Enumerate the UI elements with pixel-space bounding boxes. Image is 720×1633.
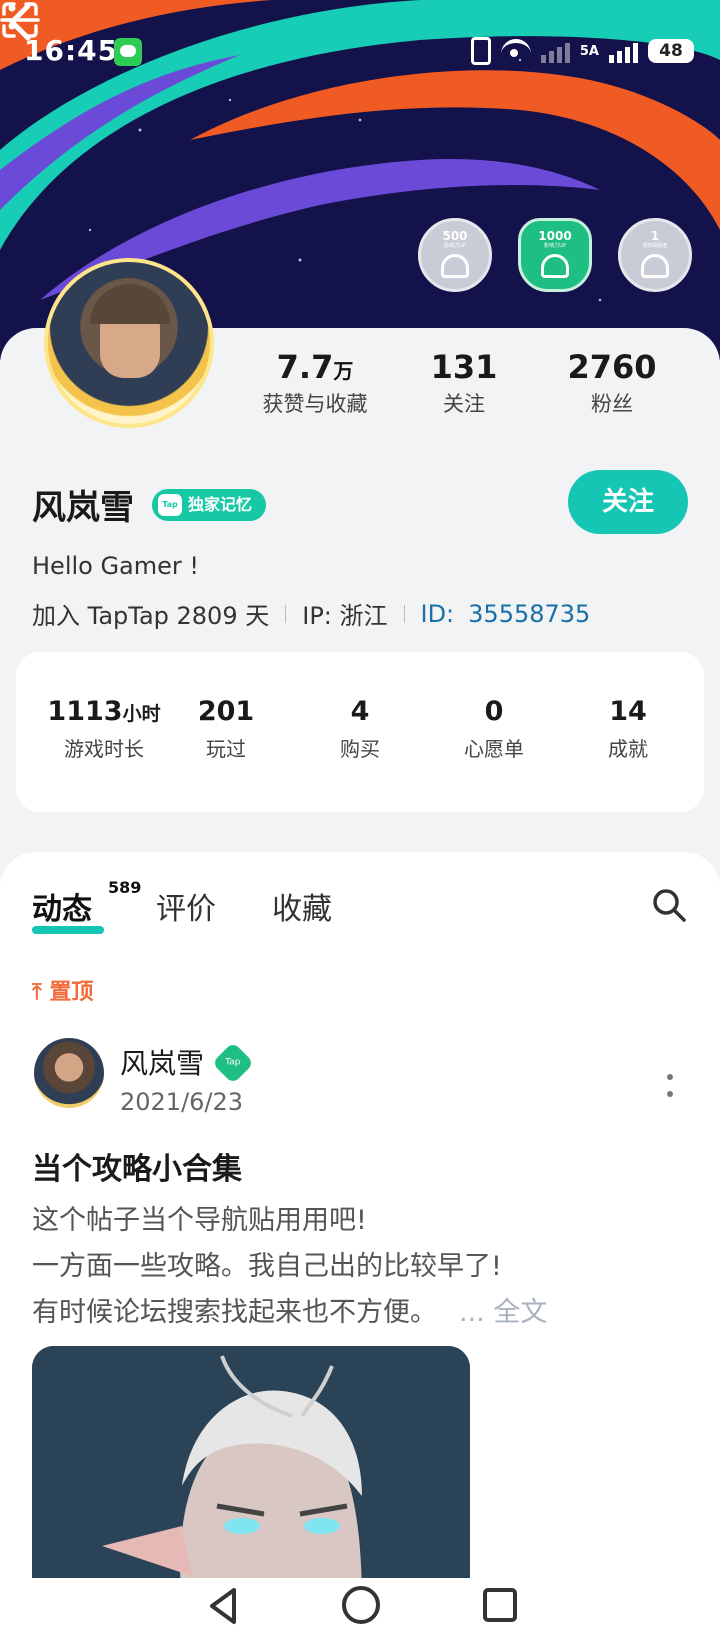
badge-ring: 1 游戏探险者 <box>618 218 692 292</box>
game-stat-wishlist[interactable]: 0 心愿单 <box>424 696 564 762</box>
badge-ring: 1000 影响力UP <box>518 218 592 292</box>
follow-button[interactable]: 关注 <box>568 470 688 534</box>
tab-count-badge: 589 <box>108 878 142 897</box>
nav-recents-icon[interactable] <box>483 1588 517 1622</box>
stat-value: 131 <box>430 348 498 386</box>
post-title[interactable]: 当个攻略小合集 <box>32 1144 242 1188</box>
stat-unit: 小时 <box>122 703 161 725</box>
stat-label: 粉丝 <box>591 392 633 416</box>
badge-caption: 影响力UP <box>544 243 566 249</box>
stat-label: 玩过 <box>206 737 246 761</box>
game-stats-card: 1113小时 游戏时长 201 玩过 4 购买 0 心愿单 14 成就 <box>16 652 704 812</box>
tab-moments[interactable]: 动态 589 <box>32 878 141 934</box>
stat-value: 2760 <box>567 348 657 386</box>
game-stat-played[interactable]: 201 玩过 <box>156 696 296 762</box>
profile-meta-row: 加入 TapTap 2809 天 IP: 浙江 ID: 35558735 <box>32 596 590 631</box>
user-up-icon <box>541 254 569 278</box>
status-bar: 16:45 5A 48 <box>0 0 720 100</box>
post-author-name[interactable]: 风岚雪 <box>120 1042 204 1082</box>
badge-caption: 影响力UP <box>444 243 466 249</box>
signal-2-icon <box>609 39 638 63</box>
divider <box>285 604 287 623</box>
stat-following[interactable]: 131 关注 <box>404 348 524 418</box>
badge-value: 1 <box>650 229 660 243</box>
gamepad-icon <box>641 254 669 278</box>
post-image[interactable] <box>32 1346 470 1582</box>
stat-unit: 万 <box>333 359 354 383</box>
stat-value: 201 <box>197 696 255 727</box>
profile-avatar[interactable] <box>44 258 214 428</box>
wechat-notification-icon <box>114 38 142 66</box>
vibrate-icon <box>470 37 491 65</box>
exclusive-memory-tag[interactable]: 独家记忆 <box>152 489 267 521</box>
profile-username: 风岚雪 <box>32 488 134 528</box>
game-stat-purchased[interactable]: 4 购买 <box>290 696 430 762</box>
pinned-label: ⤒ 置顶 <box>32 974 93 1006</box>
stat-value: 7.7 <box>276 348 334 386</box>
pin-icon: ⤒ <box>32 980 50 1005</box>
profile-bio: Hello Gamer ! <box>32 552 200 580</box>
user-id-value[interactable]: 35558735 <box>468 600 590 628</box>
badge-value: 1000 <box>538 229 572 243</box>
badge-value: 500 <box>442 229 468 243</box>
stat-label: 游戏时长 <box>64 737 144 761</box>
badge-text: Tap <box>225 1058 241 1068</box>
stat-value: 0 <box>484 696 504 727</box>
stat-label: 关注 <box>443 392 485 416</box>
stat-label: 获赞与收藏 <box>262 392 368 416</box>
badge-influence-1000[interactable]: 1000 影响力UP <box>518 218 592 292</box>
badge-ring: 500 影响力UP <box>418 218 492 292</box>
feed-tabs: 动态 589 评价 收藏 <box>32 878 388 934</box>
stat-value: 14 <box>609 696 647 727</box>
search-icon[interactable] <box>650 886 688 924</box>
ip-location: IP: 浙江 <box>302 602 388 630</box>
feed-section: 动态 589 评价 收藏 ⤒ 置顶 风岚雪 Tap 2021/6/23 当个攻略… <box>0 852 720 1582</box>
game-stat-achievements[interactable]: 14 成就 <box>558 696 698 762</box>
stat-label: 成就 <box>608 737 648 761</box>
elf-character-illustration <box>32 1346 470 1582</box>
nav-back-icon[interactable] <box>206 1586 240 1626</box>
tab-label: 动态 <box>32 892 92 927</box>
network-type: 5A <box>579 43 599 59</box>
tab-reviews[interactable]: 评价 <box>156 884 216 928</box>
system-nav-bar <box>0 1578 720 1633</box>
post-more-icon[interactable] <box>664 1072 676 1100</box>
status-icons: 5A 48 <box>470 36 694 66</box>
read-more-link[interactable]: ... 全文 <box>459 1297 547 1328</box>
active-tab-indicator <box>32 926 104 934</box>
more-options-icon[interactable] <box>0 0 24 36</box>
stat-likes[interactable]: 7.7万 获赞与收藏 <box>250 348 380 418</box>
wifi-icon <box>500 39 531 63</box>
post-line: 有时候论坛搜索找起来也不方便。 <box>32 1297 437 1328</box>
badge-game-explorer[interactable]: 1 游戏探险者 <box>618 218 692 292</box>
user-id-label: ID: <box>420 599 455 628</box>
stat-value: 1113 <box>47 696 123 727</box>
badge-caption: 游戏探险者 <box>642 243 668 249</box>
stat-label: 心愿单 <box>464 737 524 761</box>
user-up-icon <box>441 254 469 278</box>
stat-fans[interactable]: 2760 粉丝 <box>552 348 672 418</box>
signal-1-icon <box>540 39 570 63</box>
stat-value: 4 <box>350 696 370 727</box>
tap-verified-badge: Tap <box>211 1041 255 1085</box>
stat-label: 购买 <box>340 737 380 761</box>
post-date: 2021/6/23 <box>120 1088 244 1116</box>
post-author-avatar[interactable] <box>34 1038 104 1108</box>
post-line: 这个帖子当个导航贴用用吧! <box>32 1205 367 1236</box>
battery-icon: 48 <box>648 39 694 63</box>
pinned-text: 置顶 <box>49 980 94 1005</box>
join-duration: 加入 TapTap 2809 天 <box>32 602 270 630</box>
divider <box>403 604 405 623</box>
game-stat-playtime[interactable]: 1113小时 游戏时长 <box>34 696 174 762</box>
post-line: 一方面一些攻略。我自己出的比较早了! <box>32 1251 502 1282</box>
post-body[interactable]: 这个帖子当个导航贴用用吧! 一方面一些攻略。我自己出的比较早了! 有时候论坛搜索… <box>32 1198 547 1336</box>
nav-home-icon[interactable] <box>342 1586 380 1624</box>
badge-influence-500[interactable]: 500 影响力UP <box>418 218 492 292</box>
tab-favorites[interactable]: 收藏 <box>272 884 332 928</box>
